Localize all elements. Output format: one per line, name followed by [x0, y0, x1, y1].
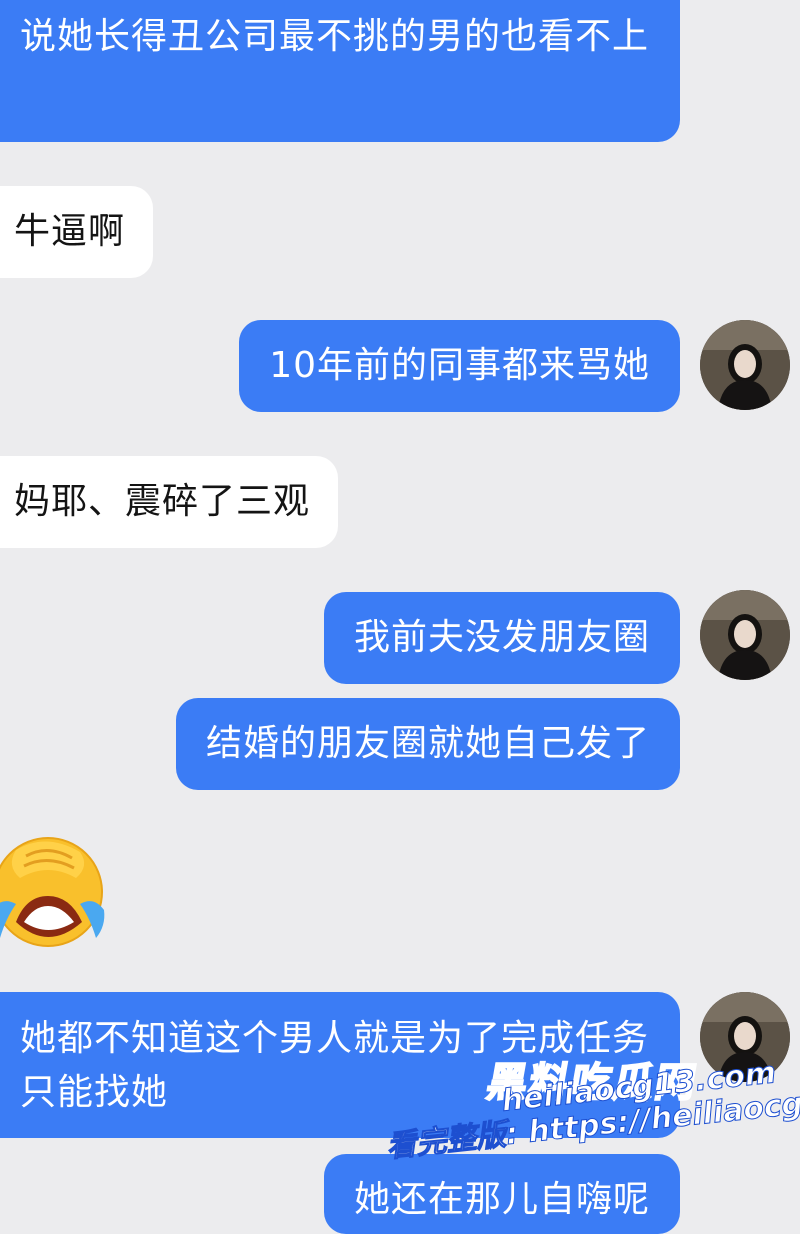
message-bubble-outgoing[interactable]: 结婚的朋友圈就她自己发了 [175, 698, 680, 790]
message-bubble-outgoing[interactable]: 她还在那儿自嗨呢 [323, 1154, 680, 1234]
message-bubble-incoming[interactable]: 妈耶、震碎了三观 [0, 456, 339, 548]
message-bubble-outgoing[interactable]: 10年前的同事都来骂她 [239, 320, 680, 412]
message-text: 我前夫没发朋友圈 [353, 617, 650, 658]
message-text: 结婚的朋友圈就她自己发了 [205, 723, 650, 764]
message-bubble-outgoing[interactable]: 说她长得丑公司最不挑的男的也看不上 [0, 0, 680, 142]
message-text: 说她长得丑公司最不挑的男的也看不上 [20, 16, 650, 57]
message-text: 10年前的同事都来骂她 [269, 345, 650, 386]
message-text: 牛逼啊 [14, 211, 126, 252]
avatar-photo [700, 320, 790, 410]
message-bubble-outgoing[interactable]: 我前夫没发朋友圈 [323, 592, 680, 684]
avatar-photo [700, 590, 790, 680]
user-avatar[interactable] [700, 590, 790, 680]
laughing-crying-face-icon [0, 826, 110, 950]
message-text: 妈耶、震碎了三观 [14, 481, 311, 522]
message-bubble-incoming[interactable]: 牛逼啊 [0, 186, 154, 278]
user-avatar[interactable] [700, 320, 790, 410]
